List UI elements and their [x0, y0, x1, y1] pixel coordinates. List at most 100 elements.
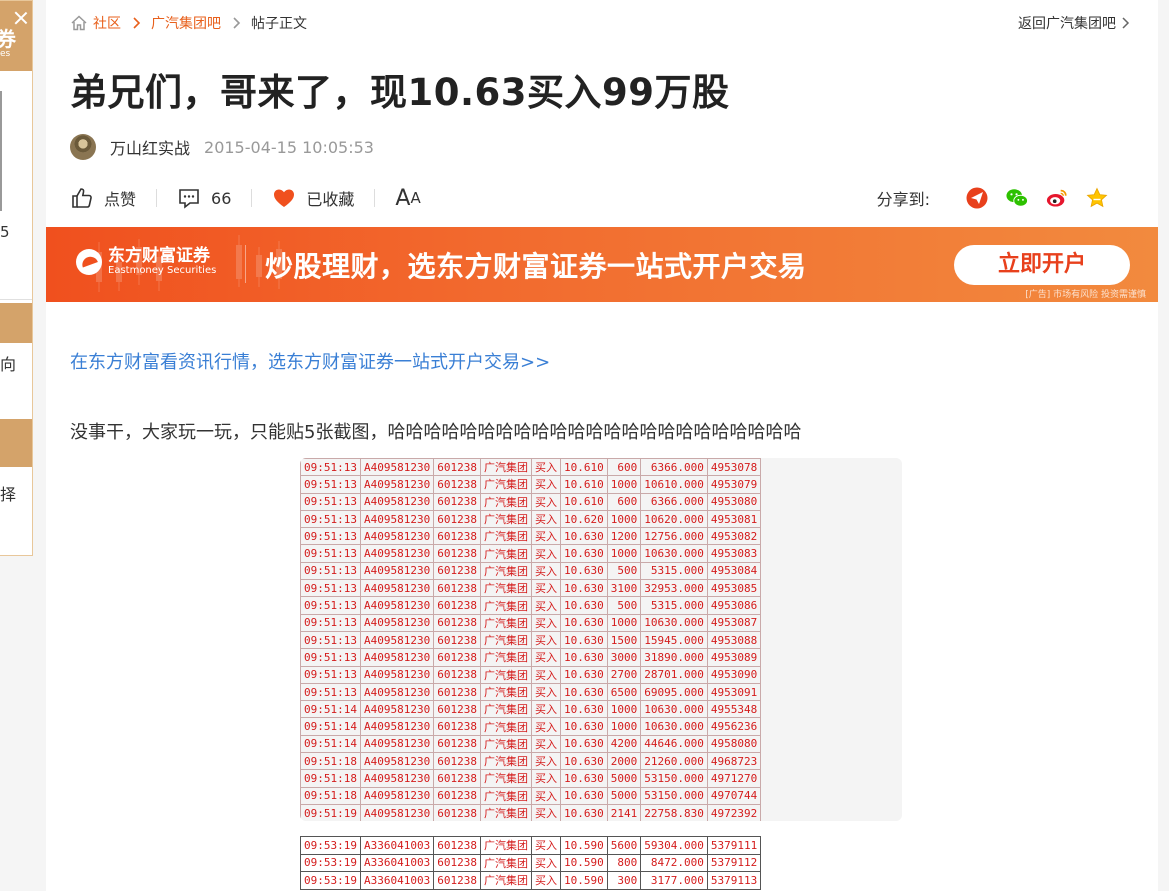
table-cell: 10630.000: [640, 700, 708, 719]
share-paper-plane-icon[interactable]: [966, 187, 988, 209]
table-cell: 1000: [606, 700, 642, 719]
open-account-button[interactable]: 立即开户: [954, 245, 1130, 285]
table-cell: 10.630: [559, 734, 608, 754]
table-cell: 买入: [530, 579, 561, 598]
table-cell: 广汽集团: [479, 871, 532, 890]
table-cell: 1000: [606, 717, 642, 736]
table-cell: 3100: [606, 579, 642, 598]
table-cell: 广汽集团: [479, 769, 532, 788]
wechat-icon[interactable]: [1006, 187, 1028, 209]
table-cell: 10.630: [559, 561, 608, 581]
comment-button[interactable]: 66: [177, 186, 231, 210]
post-title: 弟兄们，哥来了，现10.63买入99万股: [70, 71, 730, 114]
table-cell: 买入: [530, 613, 561, 632]
table-cell: 10.630: [559, 648, 608, 667]
back-to-forum-link[interactable]: 返回广汽集团吧: [1018, 13, 1132, 33]
table-cell: 买入: [530, 527, 561, 546]
table-cell: 601238: [433, 803, 481, 821]
author-name[interactable]: 万山红实战: [110, 135, 190, 159]
table-cell: 28701.000: [640, 665, 708, 684]
star-favorite-icon[interactable]: [1086, 187, 1108, 209]
table-cell: 10.630: [559, 700, 608, 719]
side-ad-subtitle: es: [0, 49, 11, 59]
table-cell: 1000: [606, 544, 642, 563]
table-cell: A409581230: [359, 613, 435, 632]
table-cell: 广汽集团: [479, 700, 532, 719]
table-cell: 4953087: [706, 613, 762, 632]
table-cell: 601238: [433, 786, 481, 805]
divider: [251, 189, 253, 207]
favorite-button[interactable]: 已收藏: [272, 186, 354, 210]
table-cell: 10.610: [559, 458, 608, 477]
table-cell: A409581230: [359, 682, 435, 702]
table-cell: 广汽集团: [479, 579, 532, 598]
favorite-label: 已收藏: [306, 190, 355, 209]
table-row: 09:53:19 A336041003 601238 广汽集团 买入 10.590 300 3…: [300, 871, 762, 890]
ad-slogan: 炒股理财，选东方财富证券一站式开户交易: [265, 250, 807, 283]
table-cell: 09:51:13: [300, 544, 361, 563]
chevron-right-icon: [1122, 17, 1130, 29]
table-cell: 买入: [530, 544, 561, 563]
trade-screenshot-2[interactable]: 09:53:19 A336041003 601238 广汽集团 买入 10.590 5600…: [300, 836, 892, 891]
ad-banner[interactable]: 东方财富证券 Eastmoney Securities 炒股理财，选东方财富证券…: [46, 227, 1158, 302]
table-cell: 广汽集团: [479, 630, 532, 650]
table-cell: 69095.000: [640, 682, 708, 702]
font-size-button[interactable]: AA: [395, 186, 420, 211]
table-cell: 5000: [606, 786, 642, 805]
like-button[interactable]: 点赞: [70, 186, 136, 210]
table-cell: 广汽集团: [479, 752, 532, 771]
table-cell: 广汽集团: [479, 561, 532, 581]
table-cell: 12756.000: [640, 527, 708, 546]
font-size-large: A: [395, 185, 411, 211]
table-cell: 601238: [433, 509, 481, 529]
promo-link[interactable]: 在东方财富看资讯行情，选东方财富证券一站式开户交易>>: [70, 348, 550, 374]
side-ad-header: 券 es: [0, 1, 32, 71]
close-icon[interactable]: [14, 11, 28, 25]
table-cell: 广汽集团: [479, 475, 532, 494]
table-cell: 09:51:13: [300, 648, 361, 667]
table-cell: 6366.000: [640, 458, 708, 477]
table-cell: A409581230: [359, 648, 435, 667]
home-icon[interactable]: [70, 14, 88, 32]
table-cell: A409581230: [359, 544, 435, 563]
table-cell: 广汽集团: [479, 648, 532, 667]
weibo-icon[interactable]: [1046, 187, 1068, 209]
trade-table: 09:51:13 A409581230 601238 广汽集团 买入 10.610 600 6…: [300, 458, 762, 821]
table-cell: 500: [606, 561, 642, 581]
trade-screenshot-1[interactable]: 09:51:13 A409581230 601238 广汽集团 买入 10.610 600 6…: [300, 458, 902, 821]
table-cell: A409581230: [359, 700, 435, 719]
side-ad-panel[interactable]: 券 es 5 向 择: [0, 0, 33, 556]
table-cell: 09:51:13: [300, 561, 361, 581]
table-cell: 600: [606, 458, 642, 477]
side-ad-title: 券: [0, 27, 16, 51]
table-cell: 广汽集团: [479, 509, 532, 529]
heart-icon: [274, 189, 295, 207]
table-cell: 4953083: [706, 544, 762, 563]
table-cell: 601238: [433, 665, 481, 684]
table-cell: A336041003: [359, 836, 435, 855]
table-cell: 10620.000: [640, 509, 708, 529]
table-cell: 4953085: [706, 579, 762, 598]
table-cell: 10.610: [559, 492, 608, 511]
table-cell: 广汽集团: [479, 717, 532, 736]
table-cell: A409581230: [359, 786, 435, 805]
table-cell: 买入: [530, 630, 561, 650]
table-cell: 3000: [606, 648, 642, 667]
table-cell: 买入: [530, 717, 561, 736]
breadcrumb-community[interactable]: 社区: [93, 13, 121, 33]
table-cell: 1200: [606, 527, 642, 546]
table-cell: 买入: [530, 458, 561, 477]
table-row: 09:51:13 A409581230 601238 广汽集团 买入 10.630 500 5…: [300, 596, 762, 615]
table-row: 09:51:13 A409581230 601238 广汽集团 买入 10.630 1000…: [300, 613, 762, 632]
table-cell: 4953086: [706, 596, 762, 615]
table-cell: 5379111: [706, 836, 762, 855]
avatar[interactable]: [70, 134, 96, 160]
table-cell: 10.590: [559, 853, 608, 872]
post-card: 社区 广汽集团吧 帖子正文 返回广汽集团吧 弟兄们，哥来了，现10.63买入99…: [46, 0, 1158, 891]
table-cell: 广汽集团: [479, 786, 532, 805]
table-cell: 4953082: [706, 527, 762, 546]
table-cell: 10610.000: [640, 475, 708, 494]
breadcrumb-forum[interactable]: 广汽集团吧: [151, 13, 221, 33]
table-cell: 601238: [433, 752, 481, 771]
table-row: 09:51:18 A409581230 601238 广汽集团 买入 10.630 2000…: [300, 752, 762, 771]
